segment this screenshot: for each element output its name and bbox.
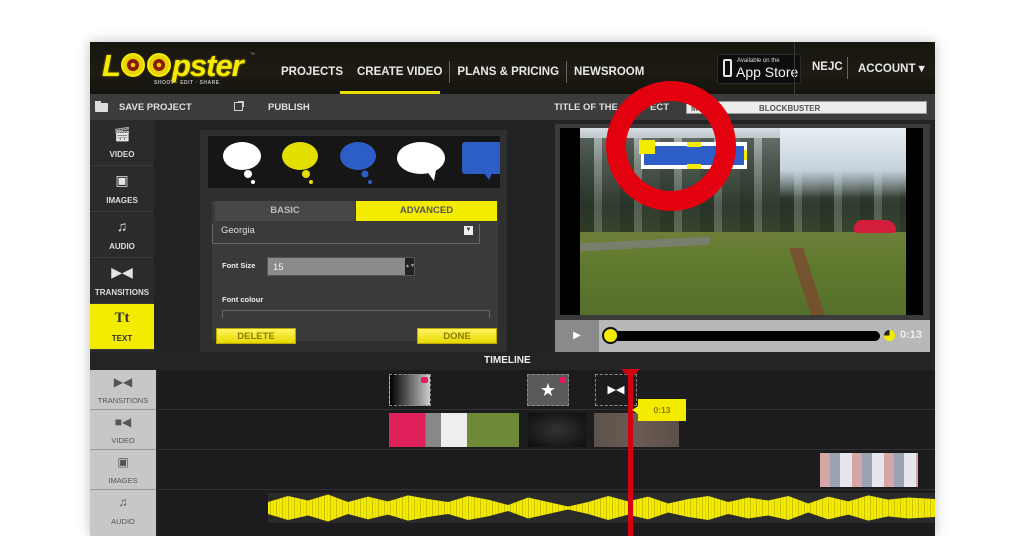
nav-newsroom[interactable]: NEWSROOM xyxy=(567,66,651,78)
logo-tagline: SHOOT · EDIT · SHARE xyxy=(154,80,220,86)
yellow-thought-bubble-icon[interactable] xyxy=(282,142,318,184)
white-speech-bubble-icon[interactable] xyxy=(397,142,445,181)
tab-advanced[interactable]: ADVANCED xyxy=(356,201,497,221)
bubble-picker xyxy=(208,136,502,188)
folder-icon xyxy=(95,101,108,112)
timeline-playhead[interactable] xyxy=(628,372,633,536)
header-divider xyxy=(847,57,848,79)
main-nav: PROJECTS CREATE VIDEO PLANS & PRICING NE… xyxy=(274,61,651,83)
music-icon: ♫ xyxy=(116,218,128,234)
clock-icon xyxy=(884,330,895,341)
seek-handle[interactable] xyxy=(602,327,619,344)
delete-button[interactable]: DELETE xyxy=(216,328,296,344)
spinner-icon[interactable]: ▲▼ xyxy=(405,258,415,275)
play-button[interactable]: ▶ xyxy=(555,320,599,352)
app-window: Lpster ™ SHOOT · EDIT · SHARE PROJECTS C… xyxy=(90,42,935,536)
iphone-icon xyxy=(723,59,732,77)
current-time: 0:13 xyxy=(900,329,923,341)
sidebar-item-video[interactable]: 🎬︎ VIDEO xyxy=(90,120,154,166)
video-track xyxy=(158,410,935,450)
trademark: ™ xyxy=(250,52,255,58)
video-clip[interactable] xyxy=(389,413,519,447)
images-track xyxy=(158,450,935,490)
video-camera-icon: ■◀ xyxy=(114,415,132,429)
clapper-icon: 🎬︎ xyxy=(113,126,131,142)
timeline-tracks: ★ ▶◀ xyxy=(158,370,935,536)
text-icon: Tt xyxy=(114,310,130,326)
red-car xyxy=(854,220,896,233)
nav-create-video[interactable]: CREATE VIDEO xyxy=(350,66,449,78)
media-sidebar: 🎬︎ VIDEO ▣ IMAGES ♫ AUDIO ▶◀ TRANSITIONS… xyxy=(90,120,154,352)
nav-plans-pricing[interactable]: PLANS & PRICING xyxy=(450,66,566,78)
resize-handle[interactable] xyxy=(744,150,747,160)
done-button[interactable]: DONE xyxy=(417,328,497,344)
remove-icon[interactable] xyxy=(421,377,428,383)
font-colour-picker[interactable] xyxy=(222,310,490,318)
account-menu[interactable]: ACCOUNT ▾ xyxy=(858,61,924,75)
track-label-images: ▣ IMAGES xyxy=(90,450,156,490)
app-store-badge[interactable]: Available on the App Store xyxy=(717,54,801,84)
highlight-circle xyxy=(606,81,736,211)
fade-transition-clip[interactable] xyxy=(389,374,431,406)
blue-thought-bubble-icon[interactable] xyxy=(340,142,376,184)
transitions-track: ★ ▶◀ xyxy=(158,370,935,410)
bubble-set xyxy=(223,142,502,184)
timeline-title: TIMELINE xyxy=(484,355,531,366)
top-navbar: Lpster ™ SHOOT · EDIT · SHARE PROJECTS C… xyxy=(90,42,935,94)
track-label-transitions: ▶◀ TRANSITIONS xyxy=(90,370,156,410)
player-controls: ▶ 0:13 xyxy=(555,320,930,352)
playhead-time-tooltip: 0:13 xyxy=(632,399,686,421)
font-colour-label: Font colour xyxy=(222,295,264,304)
dropdown-arrow-icon: ▼ xyxy=(464,226,473,235)
sidebar-item-audio[interactable]: ♫ AUDIO xyxy=(90,212,154,258)
sidebar-item-images[interactable]: ▣ IMAGES xyxy=(90,166,154,212)
music-icon: ♫ xyxy=(118,495,128,509)
white-thought-bubble-icon[interactable] xyxy=(223,142,261,184)
font-family-select[interactable]: Georgia ▼ xyxy=(212,224,480,244)
user-name-link[interactable]: NEJC xyxy=(812,61,843,73)
publish-button[interactable]: PUBLISH xyxy=(268,102,310,113)
nav-projects[interactable]: PROJECTS xyxy=(274,66,350,78)
bowtie-icon: ▶◀ xyxy=(113,375,133,389)
text-editor-panel: BASIC ADVANCED Georgia ▼ Font Size 15 ▲▼… xyxy=(200,130,507,352)
image-clip[interactable] xyxy=(820,453,918,487)
star-transition-clip[interactable]: ★ xyxy=(527,374,569,406)
save-project-button[interactable]: SAVE PROJECT xyxy=(119,102,192,113)
video-clip[interactable] xyxy=(528,413,586,447)
title-label: TITLE OF THE xyxy=(554,102,618,113)
image-icon: ▣ xyxy=(115,172,129,188)
sidebar-item-transitions[interactable]: ▶◀ TRANSITIONS xyxy=(90,258,154,304)
film-reel-icon xyxy=(146,53,171,77)
blue-square-speech-bubble-icon[interactable] xyxy=(462,142,502,180)
track-label-audio: ♫ AUDIO xyxy=(90,490,156,530)
tab-basic[interactable]: BASIC xyxy=(215,201,355,221)
film-reel-icon xyxy=(120,53,145,77)
sidebar-item-text[interactable]: Tt TEXT xyxy=(90,304,154,350)
font-size-label: Font Size xyxy=(222,261,256,270)
font-size-input[interactable]: 15 ▲▼ xyxy=(267,257,415,276)
timeline-track-labels: ▶◀ TRANSITIONS ■◀ VIDEO ▣ IMAGES ♫ AUDIO xyxy=(90,370,156,536)
track-label-video: ■◀ VIDEO xyxy=(90,410,156,450)
remove-icon[interactable] xyxy=(559,377,566,383)
bowtie-icon: ▶◀ xyxy=(111,264,133,280)
header-divider xyxy=(794,42,795,94)
image-icon: ▣ xyxy=(117,455,129,469)
timeline-header: TIMELINE xyxy=(90,352,935,370)
seek-bar[interactable] xyxy=(610,331,880,341)
loopster-logo[interactable]: Lpster xyxy=(102,48,244,84)
external-link-icon xyxy=(234,101,244,111)
